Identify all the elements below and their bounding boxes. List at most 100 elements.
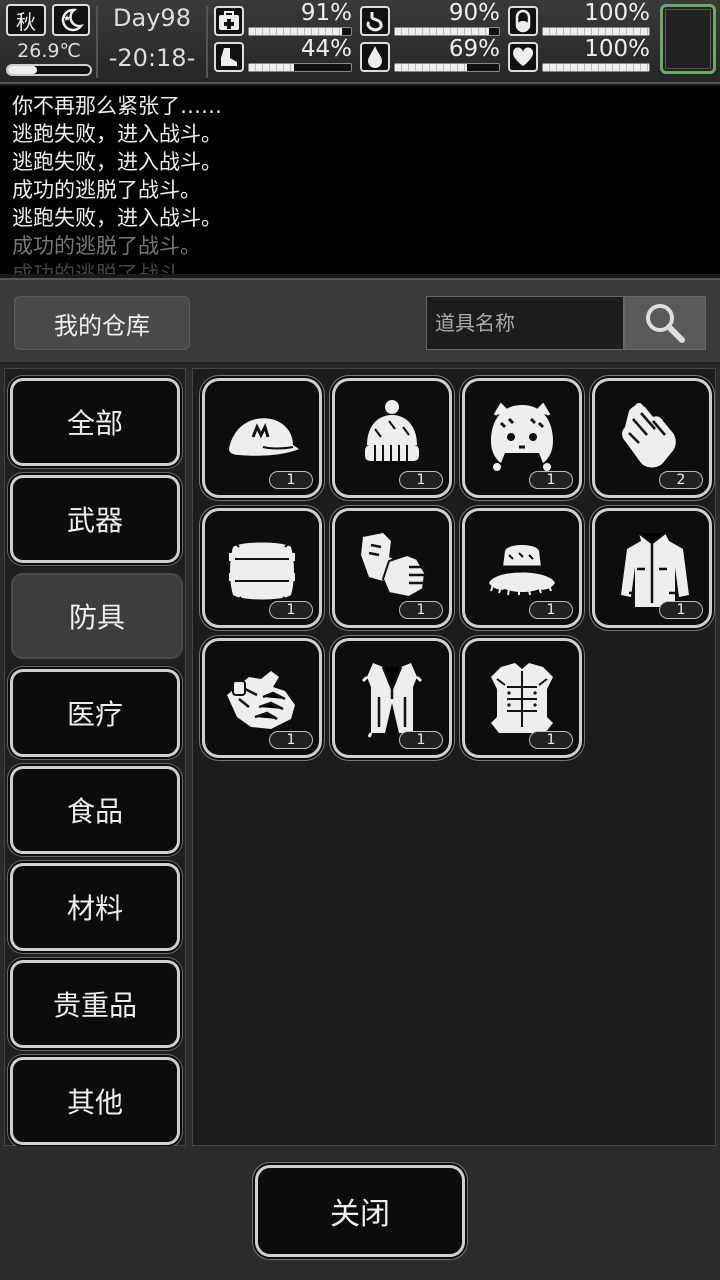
fur-vest-icon — [361, 663, 423, 738]
day-counter: Day98 — [113, 4, 191, 32]
log-line: 逃跑失败，进入战斗。 — [12, 206, 222, 230]
stat-fill — [543, 64, 649, 71]
temperature-readout: 26.9℃ — [17, 40, 81, 62]
inventory-item[interactable]: 1 — [335, 381, 449, 495]
temperature-fill — [8, 66, 37, 74]
category-tab[interactable]: 食品 — [13, 769, 177, 851]
stat-value: 91% — [300, 0, 352, 26]
cap-icon — [229, 418, 299, 456]
stat-bar — [394, 63, 500, 72]
stat-stamina: 44% — [214, 36, 352, 76]
item-count-badge: 1 — [269, 471, 313, 489]
search-button[interactable] — [624, 296, 706, 350]
log-line: 你不再那么紧张了…… — [12, 94, 222, 118]
item-count-badge: 2 — [659, 471, 703, 489]
water-drop-icon — [360, 42, 390, 72]
status-hud: 秋 26.9℃ Day98 -20:18- 91% 90% 100% 44% 6… — [0, 0, 720, 84]
stat-value: 100% — [584, 0, 650, 26]
inventory-item[interactable]: 1 — [465, 381, 579, 495]
inventory-item[interactable]: 1 — [205, 641, 319, 755]
stomach-icon — [360, 6, 390, 36]
tactical-gloves-icon — [227, 671, 295, 729]
item-count-badge: 1 — [399, 471, 443, 489]
inventory-item[interactable]: 1 — [205, 511, 319, 625]
log-line: 逃跑失败，进入战斗。 — [12, 122, 222, 146]
category-tab[interactable]: 材料 — [13, 866, 177, 948]
temperature-bar — [6, 64, 92, 76]
inventory-item[interactable]: 1 — [595, 511, 709, 625]
hud-divider — [96, 6, 98, 78]
season-badge: 秋 — [6, 4, 46, 36]
fingerless-gloves-icon — [361, 533, 427, 599]
category-tab[interactable]: 武器 — [13, 478, 177, 560]
stat-value: 90% — [448, 0, 500, 26]
boot-icon — [214, 42, 244, 72]
stat-bar — [248, 27, 352, 36]
item-search-input[interactable] — [426, 296, 624, 350]
fur-muff-icon — [229, 542, 295, 602]
log-line: 成功的逃脱了战斗。 — [12, 234, 201, 258]
log-line: 成功的逃脱了战斗。 — [12, 262, 201, 274]
stat-bar — [542, 63, 650, 72]
category-sidebar: 全部武器防具医疗食品材料贵重品其他 — [4, 368, 186, 1146]
category-tab[interactable]: 其他 — [13, 1060, 177, 1142]
close-button[interactable]: 关闭 — [258, 1168, 462, 1254]
category-tab[interactable]: 防具 — [13, 575, 181, 657]
item-count-badge: 1 — [399, 601, 443, 619]
item-count-badge: 1 — [529, 471, 573, 489]
pill-icon — [508, 6, 538, 36]
body-armor-icon — [491, 663, 553, 733]
stat-bar — [248, 63, 352, 72]
inventory-item[interactable]: 1 — [465, 641, 579, 755]
gloves-icon — [622, 403, 676, 468]
animal-hat-icon — [491, 402, 553, 471]
stat-mood: 100% — [508, 36, 650, 76]
stat-health: 91% — [214, 0, 352, 40]
jacket-icon — [621, 532, 689, 607]
bucket-hat-icon — [489, 545, 555, 596]
heart-icon — [508, 42, 538, 72]
equipment-slot[interactable] — [660, 4, 716, 74]
stat-fill — [249, 64, 294, 71]
moon-icon — [52, 4, 90, 36]
stat-fill — [395, 28, 489, 35]
stat-fill — [249, 28, 342, 35]
stat-thirst: 69% — [360, 36, 500, 76]
stat-value: 69% — [448, 36, 500, 62]
stat-bar — [394, 27, 500, 36]
category-tab[interactable]: 贵重品 — [13, 963, 177, 1045]
hud-divider — [206, 6, 208, 78]
log-line: 成功的逃脱了战斗。 — [12, 178, 201, 202]
item-count-badge: 1 — [529, 731, 573, 749]
season-label: 秋 — [16, 9, 36, 34]
beanie-icon — [365, 400, 419, 461]
stat-value: 100% — [584, 36, 650, 62]
category-tab[interactable]: 全部 — [13, 381, 177, 463]
warehouse-header: 我的仓库 — [0, 280, 720, 364]
item-grid: 1 1 1 2 1 1 1 1 1 1 1 — [192, 368, 716, 1146]
medkit-icon — [214, 6, 244, 36]
item-count-badge: 1 — [659, 601, 703, 619]
inventory-item[interactable]: 2 — [595, 381, 709, 495]
category-tab[interactable]: 医疗 — [13, 672, 177, 754]
item-count-badge: 1 — [269, 601, 313, 619]
warehouse-title: 我的仓库 — [14, 296, 190, 350]
inventory-item[interactable]: 1 — [335, 641, 449, 755]
stat-value: 44% — [300, 36, 352, 62]
item-count-badge: 1 — [529, 601, 573, 619]
search-icon — [646, 304, 685, 343]
item-count-badge: 1 — [399, 731, 443, 749]
stat-fill — [395, 64, 467, 71]
item-count-badge: 1 — [269, 731, 313, 749]
stat-fill — [543, 28, 649, 35]
event-log: 你不再那么紧张了…… 逃跑失败，进入战斗。 逃跑失败，进入战斗。 成功的逃脱了战斗。逃… — [0, 86, 720, 274]
stat-bar — [542, 27, 650, 36]
log-line: 逃跑失败，进入战斗。 — [12, 150, 222, 174]
stat-medicine: 100% — [508, 0, 650, 40]
inventory-item[interactable]: 1 — [465, 511, 579, 625]
stat-hunger: 90% — [360, 0, 500, 40]
clock: -20:18- — [108, 44, 196, 72]
inventory-item[interactable]: 1 — [205, 381, 319, 495]
inventory-item[interactable]: 1 — [335, 511, 449, 625]
warehouse-footer: 关闭 — [0, 1146, 720, 1280]
